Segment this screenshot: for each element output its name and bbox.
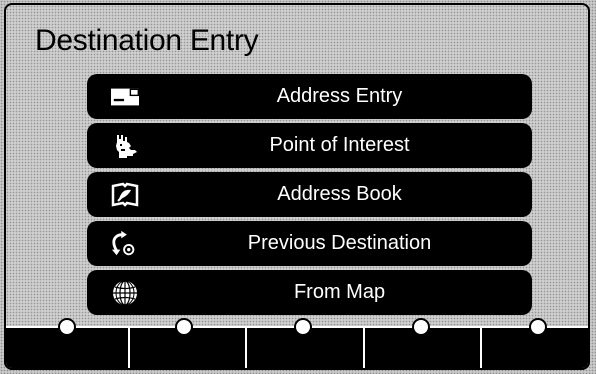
point-of-interest-button[interactable]: Point of Interest bbox=[87, 123, 532, 168]
address-book-icon bbox=[111, 181, 139, 209]
address-entry-button[interactable]: Address Entry bbox=[87, 74, 532, 119]
destination-menu: Address Entry Point of Interest Address … bbox=[87, 74, 532, 319]
statue-of-liberty-icon bbox=[111, 132, 139, 160]
softkey-4[interactable] bbox=[412, 318, 430, 336]
address-book-button[interactable]: Address Book bbox=[87, 172, 532, 217]
envelope-icon bbox=[111, 83, 139, 111]
softkey-2[interactable] bbox=[175, 318, 193, 336]
softkey-3[interactable] bbox=[294, 318, 312, 336]
globe-icon bbox=[111, 279, 139, 307]
navigation-screen: Destination Entry Address Entry Point of… bbox=[0, 0, 596, 374]
softkey-divider bbox=[480, 328, 482, 368]
softkey-divider bbox=[363, 328, 365, 368]
from-map-button[interactable]: From Map bbox=[87, 270, 532, 315]
softkey-5[interactable] bbox=[529, 318, 547, 336]
softkey-divider bbox=[128, 328, 130, 368]
previous-destination-button[interactable]: Previous Destination bbox=[87, 221, 532, 266]
address-entry-label: Address Entry bbox=[276, 85, 403, 107]
softkey-divider bbox=[245, 328, 247, 368]
softkey-1[interactable] bbox=[58, 318, 76, 336]
address-book-label: Address Book bbox=[277, 183, 402, 205]
point-of-interest-label: Point of Interest bbox=[269, 134, 410, 156]
return-arrow-icon bbox=[111, 230, 139, 258]
previous-destination-label: Previous Destination bbox=[247, 232, 432, 254]
from-map-label: From Map bbox=[293, 281, 386, 303]
page-title: Destination Entry bbox=[35, 24, 259, 57]
